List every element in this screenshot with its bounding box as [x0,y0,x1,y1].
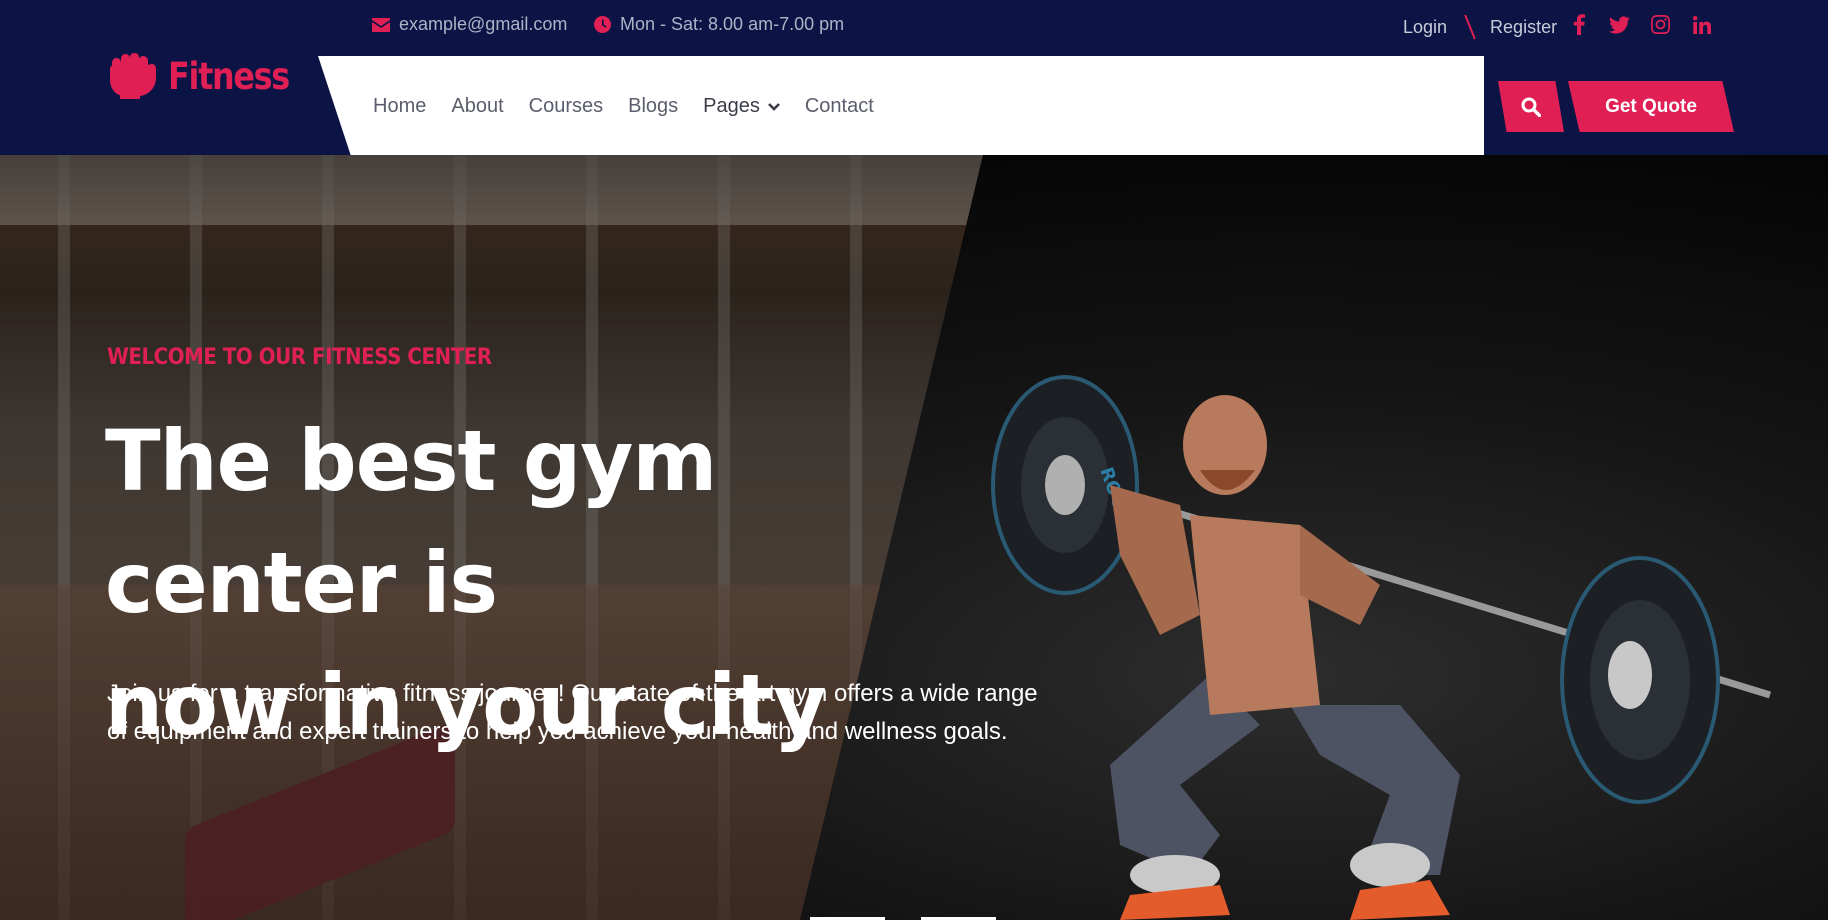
search-button[interactable] [1498,81,1564,132]
hero-title-line-1: The best gym center is [105,412,717,632]
nav-item-contact[interactable]: Contact [805,95,874,118]
hero-tagline: WELCOME TO OUR FITNESS CENTER [107,345,492,370]
top-info-bar: example@gmail.com Mon - Sat: 8.00 am-7.0… [0,0,1828,56]
main-nav: Home About Courses Blogs Pages Contact [373,95,874,118]
nav-item-courses[interactable]: Courses [529,95,603,118]
chevron-down-icon [767,102,780,111]
opening-hours: Mon - Sat: 8.00 am-7.00 pm [594,14,844,35]
opening-hours-text: Mon - Sat: 8.00 am-7.00 pm [620,14,845,34]
instagram-icon[interactable] [1650,14,1671,35]
hero-description: Join us for a transformative fitness jou… [107,680,1038,745]
clock-icon [594,16,611,33]
envelope-icon [372,17,390,32]
hero-banner: ROGUE WELCOME TO OUR FITNESS CENTER The … [0,155,1828,920]
nav-item-pages[interactable]: Pages [703,95,780,118]
fist-icon [110,53,156,99]
login-link[interactable]: Login [1403,17,1447,38]
auth-separator [1464,14,1476,40]
gym-ceiling [0,155,983,225]
nav-item-home[interactable]: Home [373,95,426,118]
get-quote-button[interactable]: Get Quote [1568,81,1734,132]
social-links [1568,14,1712,35]
nav-item-blogs[interactable]: Blogs [628,95,678,118]
nav-item-about[interactable]: About [451,95,503,118]
contact-email[interactable]: example@gmail.com [372,14,567,35]
linkedin-icon[interactable] [1691,14,1712,35]
brand-name: Fitness [168,54,290,98]
nav-item-pages-label: Pages [703,95,760,117]
contact-email-text: example@gmail.com [399,14,568,34]
weightlifter-illustration: ROGUE [991,375,1772,920]
brand-logo[interactable]: Fitness [106,53,309,99]
auth-links: Login Register [1403,14,1557,40]
register-link[interactable]: Register [1490,17,1557,38]
facebook-icon[interactable] [1568,14,1589,35]
search-icon [1521,97,1541,117]
twitter-icon[interactable] [1609,14,1630,35]
